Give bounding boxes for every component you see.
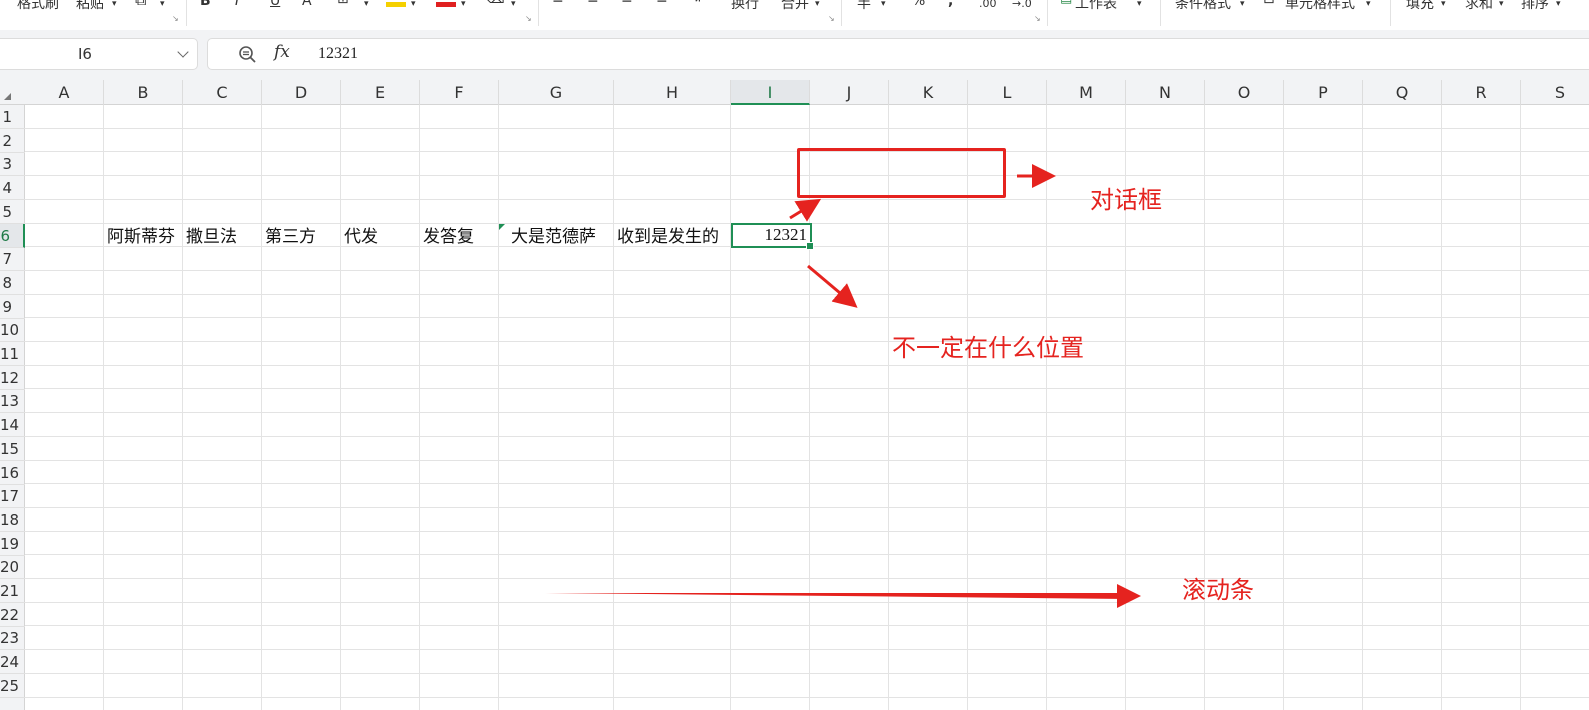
arrow-cell-to-box [789,198,822,222]
dialog-label: 对话框 [1090,186,1162,214]
arrow-scrollbar [545,593,1128,599]
scrollbar-label: 滚动条 [1182,576,1254,604]
arrow-to-position-label [807,264,858,308]
annotation-arrows [545,164,1141,608]
position-label: 不一定在什么位置 [892,334,1084,362]
